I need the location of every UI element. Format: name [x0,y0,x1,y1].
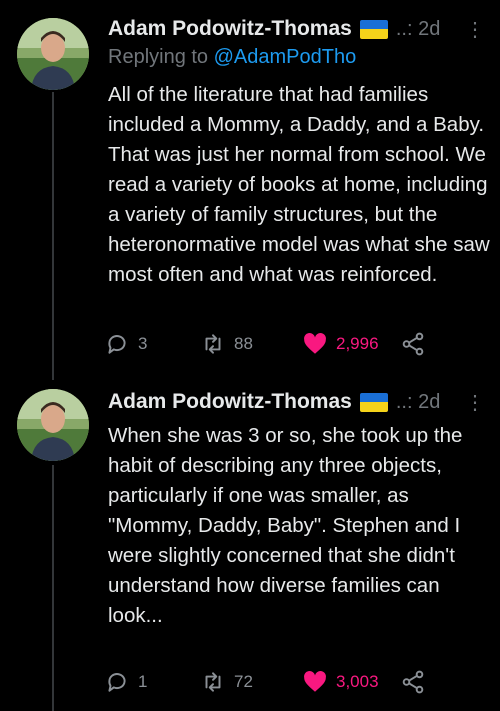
like-count: 3,003 [336,672,379,691]
share-button[interactable] [400,329,426,359]
reply-icon [108,673,126,692]
reply-handle-link[interactable]: @AdamPodTho [214,46,357,68]
like-button[interactable]: 3,003 [302,667,379,697]
avatar-image [17,18,89,90]
retweet-button[interactable]: 88 [200,329,253,359]
ukraine-flag-icon [359,19,388,39]
more-icon[interactable]: ⋮ [465,17,490,42]
tweet-time[interactable]: ..: 2d [396,391,440,414]
retweet-count: 72 [234,672,253,691]
reply-count: 3 [138,334,148,353]
reply-button[interactable]: 1 [104,667,147,697]
author-name[interactable]: Adam Podowitz-Thomas [108,390,352,414]
tweet-header: Adam Podowitz-Thomas ..: 2d ⋮ [108,387,490,417]
avatar[interactable] [17,389,89,461]
reply-button[interactable]: 3 [104,329,147,359]
reply-count: 1 [138,672,148,691]
tweet-text: All of the literature that had families … [108,83,490,286]
tweet-actions: 3 88 2,996 [104,329,494,359]
replying-to: Replying to @AdamPodTho [108,46,356,69]
heart-icon [304,671,326,692]
share-icon [402,332,424,356]
retweet-button[interactable]: 72 [200,667,253,697]
ukraine-flag-icon [359,392,388,412]
avatar[interactable] [17,18,89,90]
author-name[interactable]: Adam Podowitz-Thomas [108,17,352,41]
share-button[interactable] [400,667,426,697]
retweet-icon [205,334,221,354]
share-icon [402,670,424,694]
tweet-time[interactable]: ..: 2d [396,18,440,41]
replying-to-label: Replying to [108,46,209,68]
retweet-icon [205,672,221,692]
tweet-header: Adam Podowitz-Thomas ..: 2d ⋮ [108,14,490,44]
tweet[interactable]: Adam Podowitz-Thomas ..: 2d ⋮ Replying t… [0,14,500,374]
avatar-image [17,389,89,461]
tweet[interactable]: Adam Podowitz-Thomas ..: 2d ⋮ When she w… [0,387,500,711]
like-button[interactable]: 2,996 [302,329,379,359]
heart-icon [304,333,326,354]
like-count: 2,996 [336,334,379,353]
reply-icon [108,335,126,354]
tweet-actions: 1 72 3,003 [104,667,494,697]
retweet-count: 88 [234,334,253,353]
tweet-text: When she was 3 or so, she took up the ha… [108,424,463,627]
more-icon[interactable]: ⋮ [465,390,490,415]
